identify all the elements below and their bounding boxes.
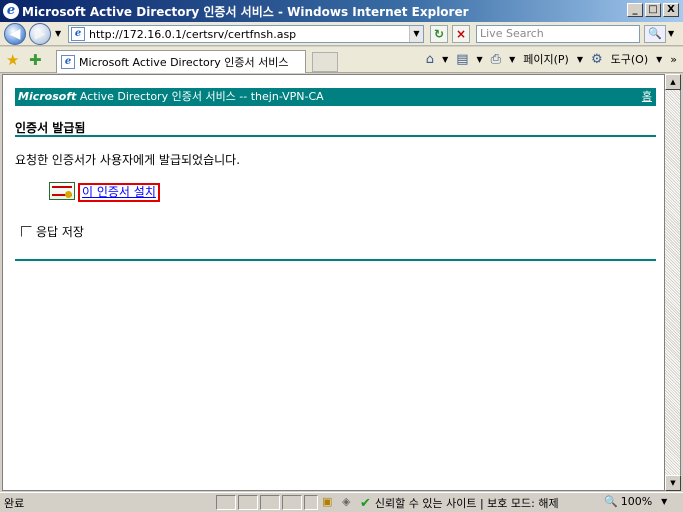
scroll-up-button[interactable]: ▲ bbox=[665, 74, 681, 90]
window-title: Microsoft Active Directory 인증서 서비스 - Win… bbox=[22, 4, 469, 19]
save-response-row: 응답 저장 bbox=[21, 223, 84, 240]
scroll-down-button[interactable]: ▼ bbox=[665, 475, 681, 491]
tab-page-icon: e bbox=[61, 55, 75, 69]
search-button[interactable]: 🔍 bbox=[644, 25, 666, 43]
feeds-icon[interactable]: ▤ bbox=[456, 52, 468, 67]
footer-divider bbox=[15, 259, 656, 261]
print-icon[interactable]: ⎙ bbox=[491, 52, 501, 67]
gear-icon[interactable]: ⚙ bbox=[591, 52, 603, 67]
maximize-button[interactable]: □ bbox=[645, 3, 661, 17]
page-menu[interactable]: 페이지(P) bbox=[523, 51, 569, 67]
zoom-level: 100% bbox=[620, 495, 653, 508]
search-input[interactable]: Live Search bbox=[476, 25, 640, 43]
page-icon: e bbox=[71, 27, 85, 41]
status-segment bbox=[216, 495, 236, 510]
issued-message: 요청한 인증서가 사용자에게 발급되었습니다. bbox=[15, 153, 241, 167]
tab-bar: ★ ✚ e Microsoft Active Directory 인증서 서비스… bbox=[0, 47, 683, 73]
status-text: 완료 bbox=[4, 497, 25, 510]
forward-button[interactable]: ▶ bbox=[29, 23, 51, 45]
new-tab-button[interactable] bbox=[312, 52, 338, 72]
address-field[interactable]: e http://172.16.0.1/certsrv/certfnsh.asp… bbox=[68, 25, 424, 43]
home-icon[interactable]: ⌂ bbox=[426, 52, 434, 67]
search-icon: 🔍 bbox=[648, 27, 662, 40]
address-text[interactable]: http://172.16.0.1/certsrv/certfnsh.asp bbox=[89, 28, 409, 41]
refresh-button[interactable]: ↻ bbox=[430, 25, 448, 43]
title-bar: e Microsoft Active Directory 인증서 서비스 - W… bbox=[0, 0, 683, 22]
banner-text: Active Directory 인증서 서비스 -- thejn-VPN-CA bbox=[76, 90, 324, 103]
favorites-star-icon[interactable]: ★ bbox=[6, 51, 19, 69]
banner-brand: Microsoft bbox=[18, 90, 77, 103]
ie-logo-icon: e bbox=[3, 3, 19, 19]
privacy-icon: ◈ bbox=[342, 495, 351, 508]
close-button[interactable]: X bbox=[663, 3, 679, 17]
zoom-icon: 🔍 bbox=[604, 495, 618, 508]
status-segment bbox=[238, 495, 258, 510]
search-dropdown-icon[interactable]: ▼ bbox=[668, 29, 674, 38]
command-bar: ⌂ ▼ ▤ ▼ ⎙ ▼ 페이지(P) ▼ ⚙ 도구(O) ▼ » bbox=[425, 51, 677, 67]
save-response-checkbox[interactable] bbox=[21, 226, 32, 237]
status-segment bbox=[260, 495, 280, 510]
address-dropdown-icon[interactable]: ▼ bbox=[409, 26, 423, 42]
heading-divider bbox=[15, 135, 656, 137]
history-dropdown-icon[interactable]: ▼ bbox=[55, 29, 61, 38]
install-certificate-link[interactable]: 이 인증서 설치 bbox=[78, 183, 160, 202]
back-button[interactable]: ◀ bbox=[4, 23, 26, 45]
lock-icon: ▣ bbox=[322, 495, 333, 508]
minimize-button[interactable]: _ bbox=[627, 3, 643, 17]
tab-active[interactable]: e Microsoft Active Directory 인증서 서비스 bbox=[56, 50, 306, 73]
page-title: 인증서 발급됨 bbox=[15, 121, 86, 135]
zone-text: 신뢰할 수 있는 사이트 | 보호 모드: 해제 bbox=[374, 497, 559, 510]
add-favorites-icon[interactable]: ✚ bbox=[29, 51, 42, 69]
save-response-label: 응답 저장 bbox=[36, 225, 84, 239]
home-link[interactable]: 홈 bbox=[642, 88, 652, 106]
page-banner: Microsoft Active Directory 인증서 서비스 -- th… bbox=[15, 88, 656, 106]
status-segment bbox=[304, 495, 318, 510]
certificate-icon bbox=[49, 182, 75, 200]
zoom-control[interactable]: 🔍 100% ▼ bbox=[604, 495, 667, 508]
page-viewport: Microsoft Active Directory 인증서 서비스 -- th… bbox=[2, 74, 665, 491]
tab-title: Microsoft Active Directory 인증서 서비스 bbox=[79, 56, 289, 69]
check-icon: ✔ bbox=[360, 495, 371, 511]
vertical-scrollbar[interactable]: ▲ ▼ bbox=[665, 74, 681, 491]
address-toolbar: ◀ ▶ ▼ e http://172.16.0.1/certsrv/certfn… bbox=[0, 22, 683, 46]
status-segment bbox=[282, 495, 302, 510]
window-controls: _ □ X bbox=[627, 3, 679, 17]
zoom-dropdown-icon[interactable]: ▼ bbox=[661, 497, 667, 506]
chevron-more-icon[interactable]: » bbox=[670, 53, 677, 66]
stop-button[interactable]: × bbox=[452, 25, 470, 43]
tools-menu[interactable]: 도구(O) bbox=[611, 51, 648, 67]
status-bar: 완료 ▣ ◈ ✔ 신뢰할 수 있는 사이트 | 보호 모드: 해제 🔍 100%… bbox=[0, 492, 683, 512]
security-zone[interactable]: ✔ 신뢰할 수 있는 사이트 | 보호 모드: 해제 bbox=[360, 495, 559, 511]
